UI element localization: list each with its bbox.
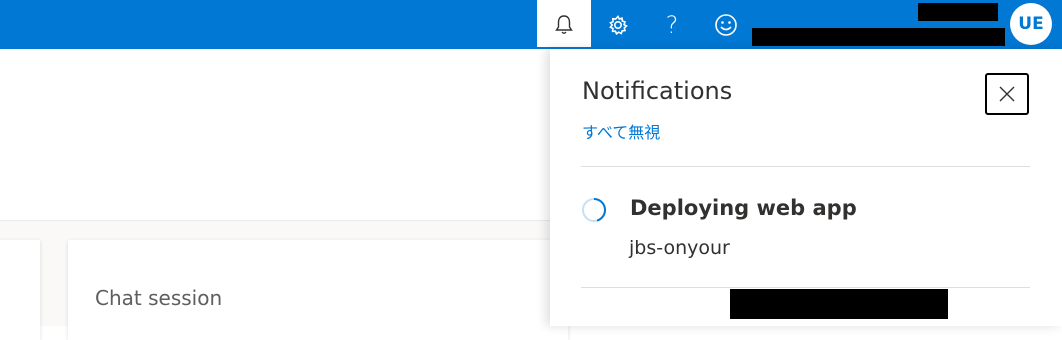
top-bar: ? UE [0, 0, 1062, 49]
redacted-resource-name [730, 289, 948, 319]
close-icon [999, 86, 1015, 102]
settings-button[interactable] [591, 0, 645, 49]
help-button[interactable]: ? [645, 0, 699, 49]
feedback-button[interactable] [699, 0, 753, 49]
notifications-button[interactable] [537, 0, 591, 49]
redacted-account-name [918, 3, 998, 21]
notification-item[interactable]: Deploying web app jbs-onyour [581, 189, 1030, 279]
dismiss-all-link[interactable]: すべて無視 [582, 119, 660, 143]
help-icon: ? [665, 10, 679, 39]
panel-divider [581, 166, 1030, 167]
notification-title: Deploying web app [630, 196, 857, 220]
avatar[interactable]: UE [1010, 3, 1052, 45]
smile-icon [715, 13, 737, 36]
notification-subtitle: jbs-onyour [629, 237, 730, 259]
chat-session-card: Chat session [68, 240, 568, 340]
card-title: Chat session [95, 286, 223, 310]
panel-title: Notifications [582, 77, 733, 105]
panel-divider [581, 287, 1030, 288]
spinner-icon [582, 198, 607, 222]
close-button[interactable] [985, 73, 1029, 115]
redacted-account-directory [752, 28, 1005, 46]
gear-icon [609, 14, 628, 35]
notifications-panel: Notifications すべて無視 Deploying web app jb… [550, 49, 1062, 326]
bell-icon [555, 14, 573, 34]
side-card [0, 240, 40, 340]
